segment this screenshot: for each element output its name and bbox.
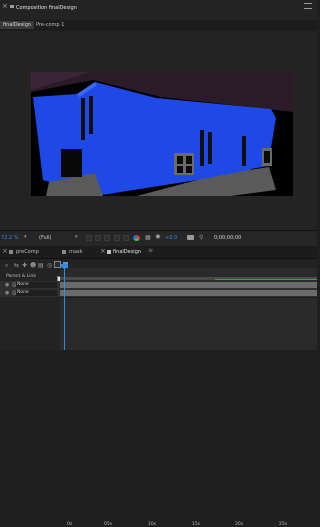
tab-pre-comp-1[interactable]: Pre-comp 1 [36,21,64,29]
layer-duration-bar[interactable] [60,282,317,288]
frame-blending-icon[interactable]: ▤ [38,262,44,269]
playhead-line[interactable] [64,266,65,350]
parent-dropdown[interactable]: None [16,290,57,296]
parent-dropdown[interactable]: None [16,282,57,288]
window-tall-2 [89,96,93,134]
work-area-range[interactable] [215,279,317,280]
lock-icon[interactable] [10,5,14,8]
parent-link-label: Parent & Link [6,274,36,279]
grid-guides-icon[interactable] [123,235,129,241]
tab-precomp[interactable]: preComp [16,248,39,256]
window-narrow-4 [242,136,246,166]
visibility-icon[interactable]: ◉ [5,290,9,296]
close-icon[interactable]: × [2,3,8,10]
window-tall-1 [81,98,85,140]
exposure-value[interactable]: +0.0 [165,235,177,242]
window-pane-5 [264,151,270,163]
window-pane-3 [177,166,183,173]
resolution-chevron-icon: ▾ [75,234,78,240]
viewer-toolbar: 72.2 % ▾ (Full) ▾ ▦ ✹ +0.0 ⚲ 0;00;00;00 [0,230,317,247]
layer-duration-bar[interactable] [60,290,317,296]
zoom-chevron-icon: ▾ [24,234,27,240]
tab-mask[interactable]: mask [69,248,82,256]
motion-blur-icon[interactable]: ◎ [47,262,52,269]
ruler-tick-label: 10s [148,522,157,527]
color-management-icon[interactable]: ▦ [145,234,151,241]
tab-menu-icon[interactable]: ≡ [148,247,153,254]
composition-tabs: finalDesign ‹ Pre-comp 1 [0,20,317,31]
tab-color-swatch [9,250,13,254]
tab-color-swatch [107,250,111,254]
close-icon[interactable]: × [2,248,8,255]
show-channel-icon[interactable]: ⚲ [199,234,203,241]
ruler-tick-label: 20s [235,522,244,527]
building-door [61,149,82,177]
channel-icon[interactable] [133,235,140,241]
comp-canvas [31,72,293,196]
tab-finaldesign[interactable]: finalDesign [113,248,141,256]
close-icon[interactable]: × [100,248,106,255]
ruler-tick-label: 15s [192,522,201,527]
graph-editor-icon[interactable] [54,261,61,268]
draft-3d-icon[interactable]: ✚ [22,262,27,269]
layer-list-empty [0,297,60,350]
ruler-tick-label: 05s [104,522,113,527]
window-pane-1 [177,156,183,164]
panel-menu-icon[interactable] [304,3,312,9]
window-pane-4 [186,166,192,173]
fast-previews-icon[interactable] [86,235,92,241]
region-of-interest-icon[interactable] [114,235,120,241]
comp-flowchart-icon[interactable]: ⇆ [14,262,19,269]
transparency-grid-icon[interactable] [95,235,101,241]
timeline-tabs: × preComp mask × finalDesign ≡ [0,246,317,259]
tab-arrow-icon: ‹ [28,22,30,28]
toggle-mask-icon[interactable] [104,235,110,241]
zoom-dropdown[interactable]: 72.2 % [1,235,18,242]
search-layers-icon[interactable]: ⌕ [5,262,8,270]
exposure-icon[interactable]: ✹ [155,233,161,241]
window-pane-2 [186,156,192,164]
window-narrow-3 [208,132,212,164]
resolution-dropdown[interactable]: (Full) [39,235,51,242]
snapshot-icon[interactable] [187,235,194,240]
visibility-icon[interactable]: ◉ [5,282,9,288]
timecode-display[interactable]: 0;00;00;00 [214,235,241,242]
panel-title: Composition finalDesign [16,5,77,11]
tab-color-swatch [62,250,66,254]
window-narrow-2 [200,130,204,166]
composition-panel-header: × Composition finalDesign [0,0,317,21]
ruler-tick-label: 0s [67,522,73,527]
shy-layers-icon[interactable]: ☻ [30,262,36,269]
composition-viewer[interactable] [0,31,317,230]
ruler-tick-label: 25s [279,522,288,527]
